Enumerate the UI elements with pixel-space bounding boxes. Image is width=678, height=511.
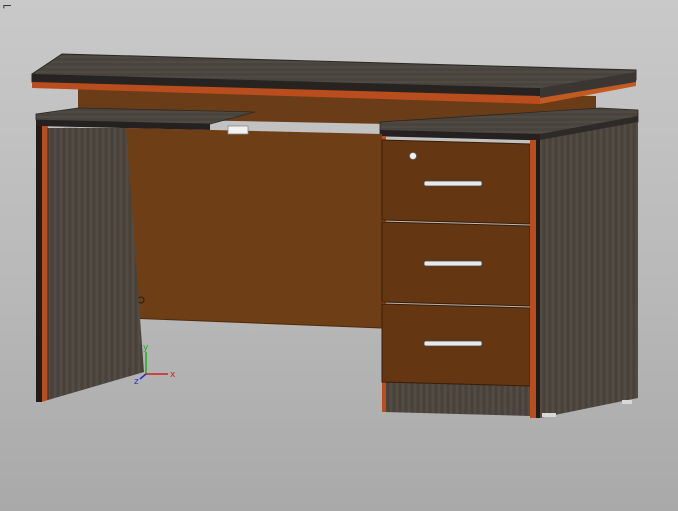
desk-model: x y z (31, 53, 639, 418)
drawer-1[interactable] (381, 139, 531, 225)
modesty-panel (126, 128, 382, 328)
right-back-foot (622, 400, 632, 404)
drawer-2-handle (423, 260, 483, 267)
drawer-3[interactable] (381, 303, 531, 387)
right-side-panel (540, 122, 638, 418)
drawer-3-handle (423, 340, 483, 347)
right-side-edge-black (536, 140, 540, 418)
drawer-lock (409, 152, 417, 160)
y-axis-label: z (134, 377, 139, 387)
right-bracket (227, 125, 249, 135)
left-leg-front-black (36, 126, 42, 402)
cad-3d-viewport[interactable]: ⌐ x y z (0, 0, 678, 511)
right-side-edge-orange (530, 140, 536, 418)
z-axis-label: y (143, 343, 149, 353)
x-axis-label: x (170, 370, 176, 380)
y-axis-line (139, 373, 147, 380)
drawer-2[interactable] (381, 221, 531, 307)
right-foot (542, 413, 556, 417)
drawer-1-handle (423, 180, 483, 187)
left-leg-front-orange (42, 126, 48, 402)
